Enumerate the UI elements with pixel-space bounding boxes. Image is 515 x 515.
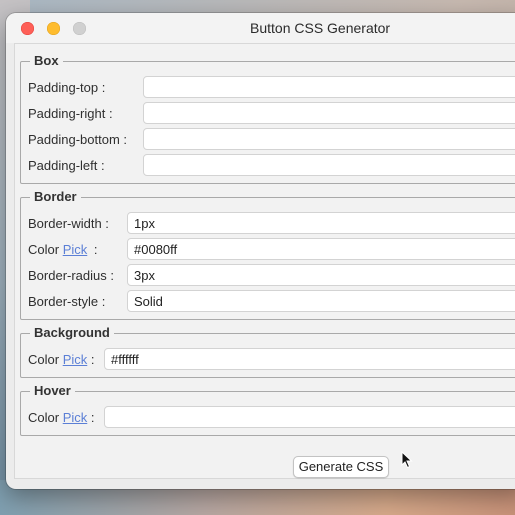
padding-left-label: Padding-left : [28,158,105,173]
background-color-colon: : [90,352,95,367]
border-color-text: Color [28,242,60,257]
box-group: Box Padding-top : Padding-right : Paddin… [20,53,515,184]
border-style-select[interactable]: Solid [127,290,515,312]
background-color-row: Color Pick : #ffffff [21,348,515,372]
title-bar: Button CSS Generator [6,13,515,43]
padding-right-input[interactable] [143,102,515,124]
border-color-input[interactable]: #0080ff [127,238,515,260]
hover-color-text: Color [28,410,60,425]
hover-color-pick-link[interactable]: Pick [63,410,88,425]
main-panel: Box Padding-top : Padding-right : Paddin… [14,43,515,479]
border-radius-row: Border-radius : 3px [21,264,515,288]
padding-right-row: Padding-right : [21,102,515,126]
border-group: Border Border-width : 1px Color Pick : #… [20,189,515,320]
hover-group: Hover Color Pick : [20,383,515,436]
padding-left-input[interactable] [143,154,515,176]
mouse-pointer-icon [401,451,413,469]
app-window: Button CSS Generator Box Padding-top : P… [6,13,515,489]
border-style-label: Border-style : [28,294,106,309]
padding-top-row: Padding-top : [21,76,515,100]
border-radius-label: Border-radius : [28,268,114,283]
background-color-pick-link[interactable]: Pick [63,352,88,367]
border-color-label: Color Pick : [28,242,98,257]
border-style-row: Border-style : Solid [21,290,515,314]
background-group: Background Color Pick : #ffffff [20,325,515,378]
padding-bottom-input[interactable] [143,128,515,150]
padding-top-input[interactable] [143,76,515,98]
hover-color-colon: : [90,410,95,425]
background-color-text: Color [28,352,60,367]
background-color-input[interactable]: #ffffff [104,348,515,370]
border-width-label: Border-width : [28,216,109,231]
minimize-window-button[interactable] [47,22,60,35]
border-color-pick-link[interactable]: Pick [63,242,88,257]
window-title: Button CSS Generator [250,20,391,36]
border-legend: Border [30,189,81,204]
border-color-row: Color Pick : #0080ff [21,238,515,262]
border-color-colon: : [93,242,98,257]
box-legend: Box [30,53,63,68]
hover-color-input[interactable] [104,406,515,428]
hover-color-label: Color Pick : [28,410,95,425]
background-color-label: Color Pick : [28,352,95,367]
generate-css-button[interactable]: Generate CSS [293,456,389,478]
hover-color-row: Color Pick : [21,406,515,430]
padding-left-row: Padding-left : [21,154,515,178]
border-width-input[interactable]: 1px [127,212,515,234]
hover-legend: Hover [30,383,75,398]
zoom-window-button[interactable] [73,22,86,35]
padding-top-label: Padding-top : [28,80,106,95]
border-radius-input[interactable]: 3px [127,264,515,286]
padding-bottom-label: Padding-bottom : [28,132,128,147]
border-width-row: Border-width : 1px [21,212,515,236]
padding-right-label: Padding-right : [28,106,113,121]
padding-bottom-row: Padding-bottom : [21,128,515,152]
close-window-button[interactable] [21,22,34,35]
background-legend: Background [30,325,114,340]
